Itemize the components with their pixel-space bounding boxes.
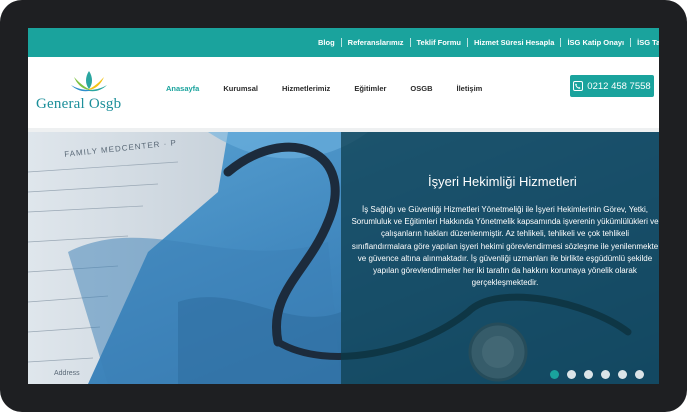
top-link[interactable]: Teklif Formu [417, 38, 461, 47]
top-link-item: Referanslarımız [335, 38, 404, 47]
slider-dot[interactable] [618, 370, 627, 379]
brand-name: General Osgb [36, 96, 122, 112]
slider-dot[interactable] [635, 370, 644, 379]
nav-item[interactable]: Eğitimler [354, 84, 386, 93]
top-link-separator [630, 38, 632, 47]
phone-button[interactable]: 0212 458 7558 [570, 75, 654, 97]
device-frame: Blog Referanslarımız Teklif Formu Hizmet Sü… [0, 0, 687, 412]
hero-title: İşyeri Hekimliği Hizmetleri [428, 174, 577, 189]
top-link[interactable]: Blog [318, 38, 335, 47]
nav-item[interactable]: OSGB [410, 84, 432, 93]
nav-item[interactable]: Kurumsal [223, 84, 258, 93]
phone-number: 0212 458 7558 [587, 80, 651, 92]
top-bar: Blog Referanslarımız Teklif Formu Hizmet Sü… [28, 28, 659, 57]
top-link-separator [466, 38, 468, 47]
browser-screen: Blog Referanslarımız Teklif Formu Hizmet Sü… [28, 28, 659, 384]
hero-slider[interactable]: FAMILY MEDCENTER · P Address İşyeri Heki… [28, 132, 659, 384]
top-link-item: Hizmet Süresi Hesapla [461, 38, 554, 47]
slider-dot[interactable] [550, 370, 559, 379]
top-links: Blog Referanslarımız Teklif Formu Hizmet Sü… [318, 28, 659, 57]
site-header: General Osgb Anasayfa Kurumsal Hizmetlerim… [28, 57, 659, 130]
top-link-separator [340, 38, 342, 47]
top-link[interactable]: Referanslarımız [348, 38, 404, 47]
top-link[interactable]: İSG Takip [637, 38, 659, 47]
slider-dot[interactable] [567, 370, 576, 379]
logo[interactable]: General Osgb [36, 67, 136, 117]
nav-item[interactable]: Anasayfa [166, 84, 199, 93]
nav-item[interactable]: Hizmetlerimiz [282, 84, 330, 93]
lotus-logo-icon [71, 71, 107, 92]
nav-item[interactable]: İletişim [457, 84, 483, 93]
top-link[interactable]: İSG Katip Onayı [567, 38, 624, 47]
top-link-item: İSG Katip Onayı [554, 38, 624, 47]
phone-icon [573, 81, 584, 91]
top-link-item: İSG Takip [624, 38, 659, 47]
slider-dot[interactable] [601, 370, 610, 379]
slider-dot[interactable] [584, 370, 593, 379]
hero-description: İş Sağlığı ve Güvenliği Hizmetleri Yönet… [351, 205, 659, 288]
top-link[interactable]: Hizmet Süresi Hesapla [474, 38, 554, 47]
top-link-item: Teklif Formu [404, 38, 461, 47]
main-nav: Anasayfa Kurumsal Hizmetlerimiz Eğitimler OS… [166, 57, 506, 119]
top-link-item: Blog [318, 38, 335, 47]
top-link-separator [560, 38, 562, 47]
top-link-separator [409, 38, 411, 47]
slider-pagination [550, 370, 652, 379]
form-address-text: Address [54, 370, 80, 377]
